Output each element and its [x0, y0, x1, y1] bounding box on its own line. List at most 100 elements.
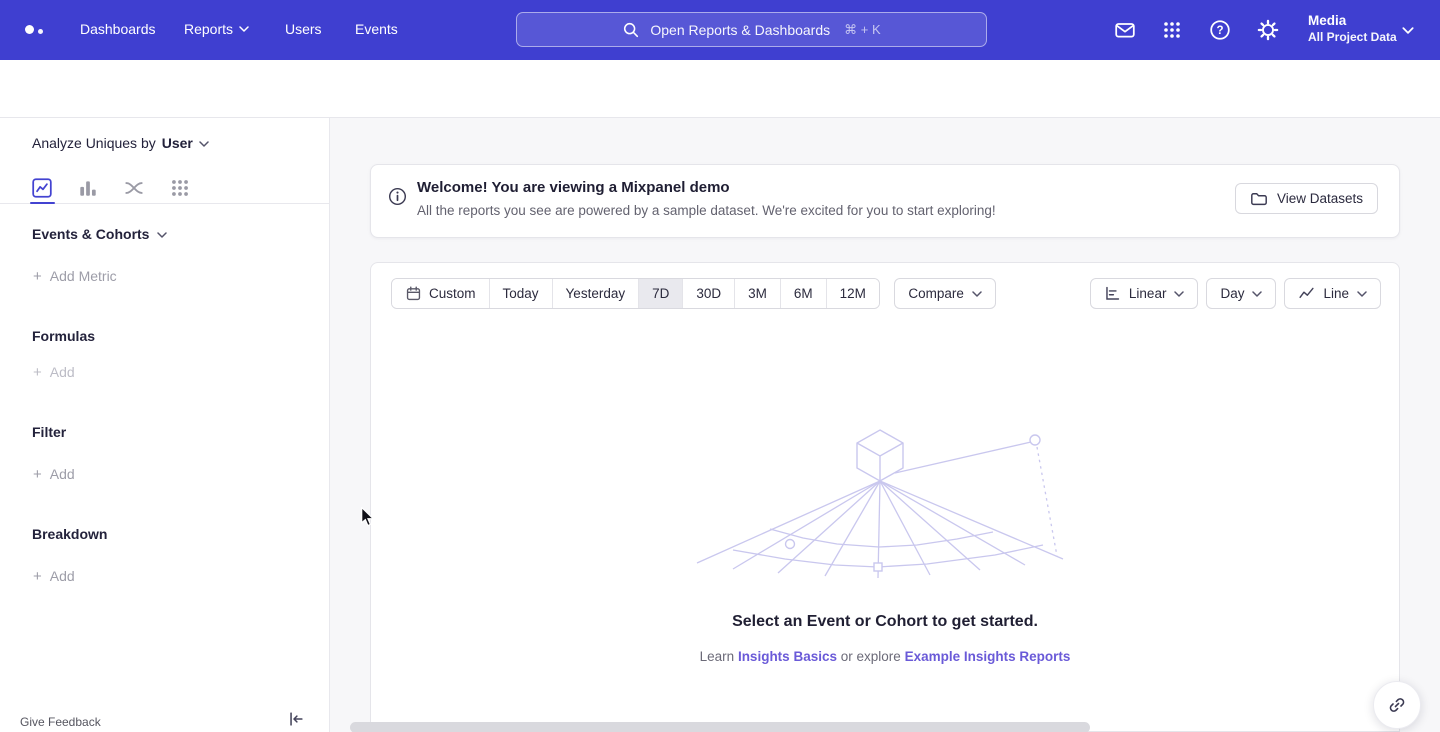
scale-label: Linear [1129, 286, 1167, 301]
compare-dropdown[interactable]: Compare [894, 278, 996, 309]
selected-tab-underline [30, 202, 55, 204]
chevron-down-icon [199, 141, 209, 147]
tab-bar-chart[interactable] [77, 177, 99, 199]
folder-icon [1250, 190, 1268, 208]
plus-icon: + [33, 569, 42, 584]
range-3m[interactable]: 3M [734, 279, 780, 308]
granularity-label: Day [1220, 286, 1244, 301]
help-icon: ? [1209, 19, 1231, 41]
range-today[interactable]: Today [489, 279, 552, 308]
project-switcher[interactable]: Media All Project Data [1308, 12, 1397, 46]
nav-reports-label: Reports [184, 21, 233, 37]
project-chevron-down-icon[interactable] [1402, 27, 1414, 34]
insights-report-card: Custom Today Yesterday 7D 30D 3M 6M 12M … [370, 262, 1400, 732]
collapse-left-icon [287, 710, 305, 728]
settings-button[interactable] [1256, 18, 1280, 42]
view-datasets-label: View Datasets [1277, 191, 1363, 206]
range-7d[interactable]: 7D [638, 279, 682, 308]
project-scope: All Project Data [1308, 29, 1397, 46]
breakdown-section: Breakdown [32, 526, 107, 543]
plus-icon: + [33, 365, 42, 380]
query-builder-sidebar: Analyze Uniques by User Events & Cohorts… [0, 118, 330, 732]
nav-events[interactable]: Events [355, 21, 398, 37]
mixpanel-logo-dot[interactable] [25, 25, 34, 34]
flow-sankey-icon [123, 177, 145, 199]
range-12m[interactable]: 12M [826, 279, 879, 308]
empty-state-title: Select an Event or Cohort to get started… [371, 613, 1399, 631]
example-reports-link[interactable]: Example Insights Reports [905, 649, 1071, 664]
share-link-fab[interactable] [1373, 681, 1421, 729]
range-30d[interactable]: 30D [682, 279, 734, 308]
chevron-down-icon [1252, 291, 1262, 297]
tab-pivot-table[interactable] [169, 177, 191, 199]
mixpanel-logo-dot-small [38, 29, 43, 34]
tab-insights-line[interactable] [31, 177, 53, 199]
chart-type-tabs [0, 174, 330, 204]
add-breakdown-label: Add [50, 568, 75, 585]
apps-button[interactable] [1160, 18, 1184, 42]
range-yesterday[interactable]: Yesterday [552, 279, 639, 308]
top-navigation: Dashboards Reports Users Events Open Rep… [0, 0, 1440, 60]
add-filter-button[interactable]: + Add [33, 466, 75, 483]
chevron-down-icon [157, 232, 167, 238]
give-feedback-link[interactable]: Give Feedback [20, 715, 101, 729]
nav-dashboards[interactable]: Dashboards [80, 21, 156, 37]
project-name: Media [1308, 12, 1397, 29]
chevron-down-icon [1174, 291, 1184, 297]
add-formula-label: Add [50, 364, 75, 381]
link-icon [1387, 695, 1407, 715]
range-custom[interactable]: Custom [392, 279, 489, 308]
inbox-button[interactable] [1113, 18, 1137, 42]
events-cohorts-section[interactable]: Events & Cohorts [32, 226, 167, 243]
compare-label: Compare [908, 286, 964, 301]
granularity-dropdown[interactable]: Day [1206, 278, 1276, 309]
insights-basics-link[interactable]: Insights Basics [738, 649, 837, 664]
range-6m[interactable]: 6M [780, 279, 826, 308]
help-button[interactable]: ? [1208, 18, 1232, 42]
svg-text:?: ? [1216, 25, 1223, 37]
add-metric-button[interactable]: + Add Metric [33, 268, 117, 285]
filter-label: Filter [32, 424, 66, 441]
add-metric-label: Add Metric [50, 268, 117, 285]
add-filter-label: Add [50, 466, 75, 483]
horizontal-scrollbar-thumb[interactable] [350, 722, 1090, 732]
analyze-prefix-label: Analyze Uniques by [32, 135, 156, 152]
search-placeholder: Open Reports & Dashboards [650, 22, 830, 38]
line-chart-icon [1298, 285, 1315, 302]
dots-grid-icon [169, 177, 191, 199]
chart-type-label: Line [1323, 286, 1349, 301]
formulas-label: Formulas [32, 328, 95, 345]
analyze-value-label: User [162, 135, 193, 152]
analyze-uniques-control: Analyze Uniques by User [32, 135, 209, 152]
add-breakdown-button[interactable]: + Add [33, 568, 75, 585]
apps-grid-icon [1162, 20, 1182, 40]
nav-users[interactable]: Users [285, 21, 322, 37]
bar-chart-icon [77, 177, 99, 199]
range-custom-label: Custom [429, 286, 476, 301]
analyze-value-dropdown[interactable]: User [162, 135, 209, 152]
chevron-down-icon [1357, 291, 1367, 297]
events-cohorts-label: Events & Cohorts [32, 226, 149, 243]
formulas-section: Formulas [32, 328, 95, 345]
gear-icon [1257, 19, 1279, 41]
collapse-sidebar-button[interactable] [287, 710, 305, 728]
nav-reports[interactable]: Reports [184, 21, 249, 37]
scale-dropdown[interactable]: Linear [1090, 278, 1199, 309]
empty-state-illustration [695, 423, 1075, 581]
add-formula-button[interactable]: + Add [33, 364, 75, 381]
line-chart-framed-icon [31, 177, 53, 199]
chart-toolbar: Custom Today Yesterday 7D 30D 3M 6M 12M … [391, 278, 1381, 309]
breakdown-label: Breakdown [32, 526, 107, 543]
main-content: Welcome! You are viewing a Mixpanel demo… [330, 118, 1440, 732]
calendar-icon [405, 285, 422, 302]
inbox-icon [1114, 19, 1136, 41]
global-search[interactable]: Open Reports & Dashboards ⌘ + K [516, 12, 987, 47]
date-range-segmented-control: Custom Today Yesterday 7D 30D 3M 6M 12M [391, 278, 880, 309]
or-explore-text: or explore [841, 649, 901, 664]
view-datasets-button[interactable]: View Datasets [1235, 183, 1378, 214]
tab-flow-chart[interactable] [123, 177, 145, 199]
chevron-down-icon [239, 26, 249, 32]
plus-icon: + [33, 467, 42, 482]
linear-scale-icon [1104, 285, 1121, 302]
chart-type-dropdown[interactable]: Line [1284, 278, 1381, 309]
